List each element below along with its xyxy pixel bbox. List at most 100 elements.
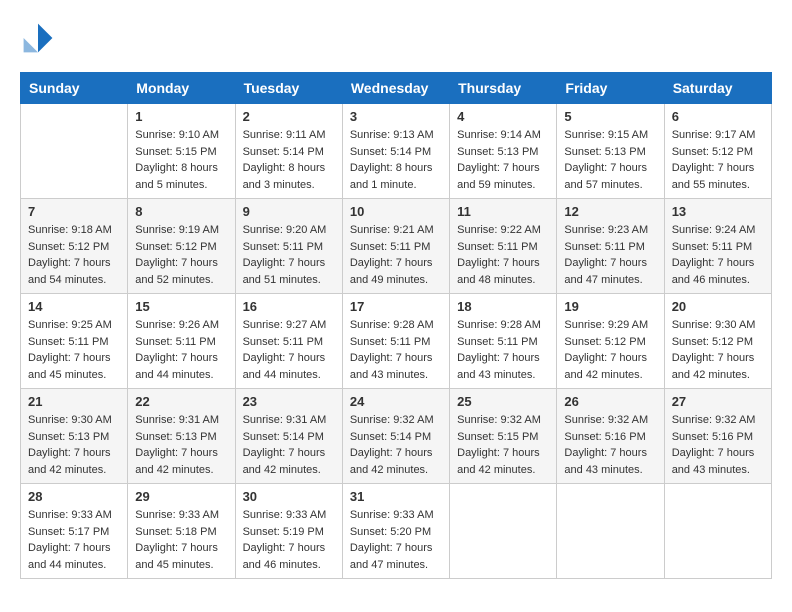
sunset: Sunset: 5:11 PM: [243, 241, 324, 253]
calendar-cell: 10 Sunrise: 9:21 AM Sunset: 5:11 PM Dayl…: [342, 199, 449, 294]
day-number: 9: [243, 204, 335, 219]
day-number: 19: [564, 299, 656, 314]
day-number: 12: [564, 204, 656, 219]
cell-content: Sunrise: 9:10 AM Sunset: 5:15 PM Dayligh…: [135, 127, 227, 193]
cell-content: Sunrise: 9:31 AM Sunset: 5:13 PM Dayligh…: [135, 412, 227, 478]
daylight: Daylight: 7 hours and 57 minutes.: [564, 162, 647, 191]
cell-content: Sunrise: 9:32 AM Sunset: 5:16 PM Dayligh…: [564, 412, 656, 478]
day-number: 26: [564, 394, 656, 409]
daylight: Daylight: 7 hours and 55 minutes.: [672, 162, 755, 191]
sunset: Sunset: 5:13 PM: [135, 431, 216, 443]
day-number: 29: [135, 489, 227, 504]
cell-content: Sunrise: 9:30 AM Sunset: 5:12 PM Dayligh…: [672, 317, 764, 383]
sunset: Sunset: 5:13 PM: [457, 146, 538, 158]
calendar-week-row: 1 Sunrise: 9:10 AM Sunset: 5:15 PM Dayli…: [21, 104, 772, 199]
sunset: Sunset: 5:18 PM: [135, 526, 216, 538]
sunset: Sunset: 5:11 PM: [135, 336, 216, 348]
calendar-cell: 29 Sunrise: 9:33 AM Sunset: 5:18 PM Dayl…: [128, 484, 235, 579]
day-number: 13: [672, 204, 764, 219]
sunset: Sunset: 5:14 PM: [350, 146, 431, 158]
day-of-week-header: Thursday: [450, 73, 557, 104]
day-number: 17: [350, 299, 442, 314]
calendar-cell: 6 Sunrise: 9:17 AM Sunset: 5:12 PM Dayli…: [664, 104, 771, 199]
sunrise: Sunrise: 9:21 AM: [350, 224, 434, 236]
calendar-cell: 19 Sunrise: 9:29 AM Sunset: 5:12 PM Dayl…: [557, 294, 664, 389]
sunset: Sunset: 5:11 PM: [28, 336, 109, 348]
cell-content: Sunrise: 9:23 AM Sunset: 5:11 PM Dayligh…: [564, 222, 656, 288]
day-of-week-header: Wednesday: [342, 73, 449, 104]
sunrise: Sunrise: 9:33 AM: [28, 509, 112, 521]
sunrise: Sunrise: 9:15 AM: [564, 129, 648, 141]
calendar-cell: [664, 484, 771, 579]
calendar-cell: 22 Sunrise: 9:31 AM Sunset: 5:13 PM Dayl…: [128, 389, 235, 484]
cell-content: Sunrise: 9:14 AM Sunset: 5:13 PM Dayligh…: [457, 127, 549, 193]
sunrise: Sunrise: 9:22 AM: [457, 224, 541, 236]
day-number: 7: [28, 204, 120, 219]
day-number: 21: [28, 394, 120, 409]
cell-content: Sunrise: 9:33 AM Sunset: 5:17 PM Dayligh…: [28, 507, 120, 573]
daylight: Daylight: 7 hours and 49 minutes.: [350, 257, 433, 286]
sunrise: Sunrise: 9:25 AM: [28, 319, 112, 331]
daylight: Daylight: 7 hours and 45 minutes.: [135, 542, 218, 571]
page-header: [20, 20, 772, 56]
calendar-cell: 9 Sunrise: 9:20 AM Sunset: 5:11 PM Dayli…: [235, 199, 342, 294]
sunset: Sunset: 5:15 PM: [457, 431, 538, 443]
cell-content: Sunrise: 9:15 AM Sunset: 5:13 PM Dayligh…: [564, 127, 656, 193]
cell-content: Sunrise: 9:19 AM Sunset: 5:12 PM Dayligh…: [135, 222, 227, 288]
calendar-cell: 23 Sunrise: 9:31 AM Sunset: 5:14 PM Dayl…: [235, 389, 342, 484]
cell-content: Sunrise: 9:33 AM Sunset: 5:19 PM Dayligh…: [243, 507, 335, 573]
sunset: Sunset: 5:14 PM: [243, 146, 324, 158]
cell-content: Sunrise: 9:33 AM Sunset: 5:20 PM Dayligh…: [350, 507, 442, 573]
sunset: Sunset: 5:17 PM: [28, 526, 109, 538]
sunrise: Sunrise: 9:31 AM: [243, 414, 327, 426]
cell-content: Sunrise: 9:25 AM Sunset: 5:11 PM Dayligh…: [28, 317, 120, 383]
calendar-cell: 21 Sunrise: 9:30 AM Sunset: 5:13 PM Dayl…: [21, 389, 128, 484]
sunrise: Sunrise: 9:32 AM: [350, 414, 434, 426]
sunset: Sunset: 5:12 PM: [135, 241, 216, 253]
cell-content: Sunrise: 9:17 AM Sunset: 5:12 PM Dayligh…: [672, 127, 764, 193]
calendar-cell: 3 Sunrise: 9:13 AM Sunset: 5:14 PM Dayli…: [342, 104, 449, 199]
cell-content: Sunrise: 9:21 AM Sunset: 5:11 PM Dayligh…: [350, 222, 442, 288]
day-number: 28: [28, 489, 120, 504]
day-number: 24: [350, 394, 442, 409]
sunrise: Sunrise: 9:19 AM: [135, 224, 219, 236]
calendar-cell: 28 Sunrise: 9:33 AM Sunset: 5:17 PM Dayl…: [21, 484, 128, 579]
day-number: 20: [672, 299, 764, 314]
sunrise: Sunrise: 9:32 AM: [564, 414, 648, 426]
cell-content: Sunrise: 9:32 AM Sunset: 5:16 PM Dayligh…: [672, 412, 764, 478]
cell-content: Sunrise: 9:24 AM Sunset: 5:11 PM Dayligh…: [672, 222, 764, 288]
daylight: Daylight: 7 hours and 47 minutes.: [564, 257, 647, 286]
daylight: Daylight: 7 hours and 45 minutes.: [28, 352, 111, 381]
sunset: Sunset: 5:16 PM: [564, 431, 645, 443]
cell-content: Sunrise: 9:31 AM Sunset: 5:14 PM Dayligh…: [243, 412, 335, 478]
sunset: Sunset: 5:12 PM: [564, 336, 645, 348]
sunset: Sunset: 5:19 PM: [243, 526, 324, 538]
cell-content: Sunrise: 9:18 AM Sunset: 5:12 PM Dayligh…: [28, 222, 120, 288]
sunrise: Sunrise: 9:32 AM: [672, 414, 756, 426]
sunrise: Sunrise: 9:14 AM: [457, 129, 541, 141]
sunset: Sunset: 5:11 PM: [350, 241, 431, 253]
day-number: 31: [350, 489, 442, 504]
calendar-week-row: 7 Sunrise: 9:18 AM Sunset: 5:12 PM Dayli…: [21, 199, 772, 294]
calendar-cell: 27 Sunrise: 9:32 AM Sunset: 5:16 PM Dayl…: [664, 389, 771, 484]
day-number: 1: [135, 109, 227, 124]
day-number: 11: [457, 204, 549, 219]
calendar-cell: 17 Sunrise: 9:28 AM Sunset: 5:11 PM Dayl…: [342, 294, 449, 389]
day-number: 23: [243, 394, 335, 409]
sunset: Sunset: 5:13 PM: [28, 431, 109, 443]
cell-content: Sunrise: 9:11 AM Sunset: 5:14 PM Dayligh…: [243, 127, 335, 193]
cell-content: Sunrise: 9:32 AM Sunset: 5:15 PM Dayligh…: [457, 412, 549, 478]
daylight: Daylight: 7 hours and 46 minutes.: [672, 257, 755, 286]
daylight: Daylight: 7 hours and 54 minutes.: [28, 257, 111, 286]
logo: [20, 20, 60, 56]
sunrise: Sunrise: 9:27 AM: [243, 319, 327, 331]
cell-content: Sunrise: 9:28 AM Sunset: 5:11 PM Dayligh…: [457, 317, 549, 383]
daylight: Daylight: 7 hours and 46 minutes.: [243, 542, 326, 571]
day-of-week-header: Monday: [128, 73, 235, 104]
day-number: 18: [457, 299, 549, 314]
day-number: 25: [457, 394, 549, 409]
sunset: Sunset: 5:13 PM: [564, 146, 645, 158]
day-number: 16: [243, 299, 335, 314]
daylight: Daylight: 8 hours and 3 minutes.: [243, 162, 326, 191]
calendar-cell: [21, 104, 128, 199]
